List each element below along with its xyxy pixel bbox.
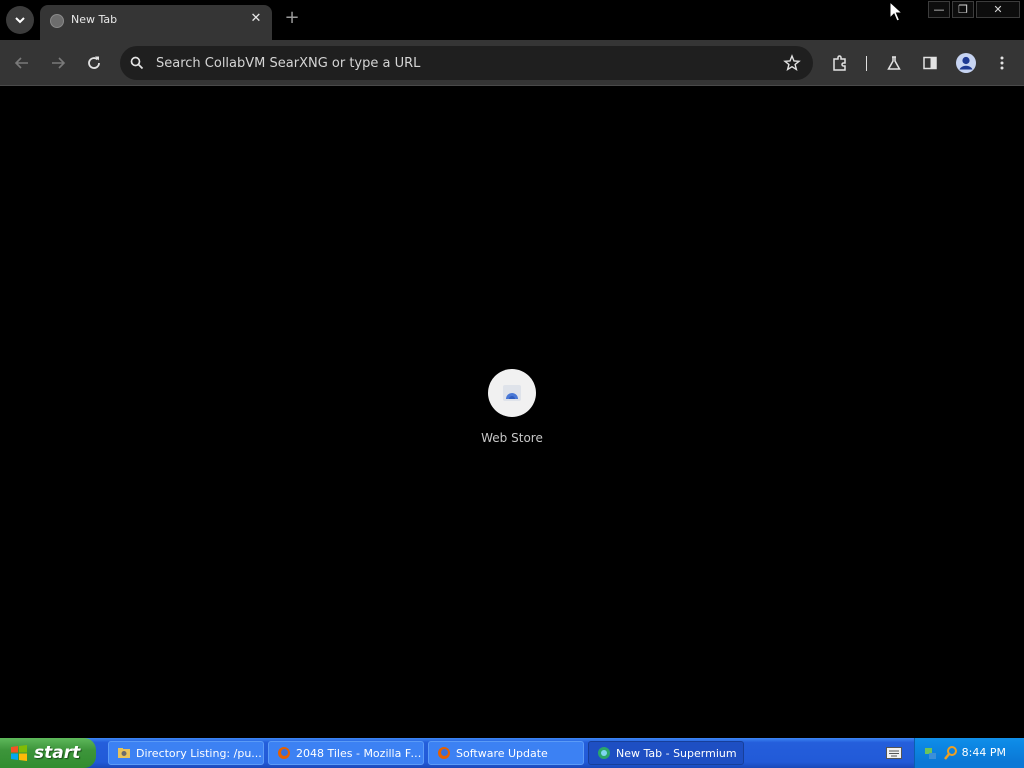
more-vertical-icon — [1000, 56, 1004, 70]
mouse-cursor-icon — [889, 1, 903, 22]
tab-title: New Tab — [71, 13, 118, 26]
new-tab-page: Web Store — [0, 87, 1024, 737]
taskbar-item-label: 2048 Tiles - Mozilla Fir... — [296, 746, 423, 760]
side-panel-icon — [923, 56, 937, 70]
desktop-screen: New Tab ✕ + — ❐ ✕ Search CollabVM SearXN… — [0, 0, 1024, 768]
taskbar: start Directory Listing: /pu... 2048 Til… — [0, 738, 1024, 768]
shortcut-label: Web Store — [481, 431, 543, 445]
arrow-left-icon — [14, 57, 28, 69]
flask-icon — [887, 56, 901, 70]
taskbar-item-2048-tiles[interactable]: 2048 Tiles - Mozilla Fir... — [268, 741, 424, 765]
network-icon[interactable] — [923, 745, 939, 761]
taskbar-item-label: Directory Listing: /pu... — [136, 746, 262, 760]
system-tray: 8:44 PM — [914, 738, 1024, 768]
extensions-button[interactable] — [829, 52, 851, 74]
window-controls: — ❐ ✕ — [928, 1, 1020, 18]
taskbar-item-new-tab-supermium[interactable]: New Tab - Supermium — [588, 741, 744, 765]
omnibox[interactable] — [120, 46, 813, 80]
reload-icon — [88, 56, 100, 69]
labs-button[interactable] — [883, 52, 905, 74]
avatar-icon — [956, 53, 976, 73]
windows-logo-icon — [11, 745, 27, 761]
clock: 8:44 PM — [961, 746, 1006, 759]
profile-button[interactable] — [955, 52, 977, 74]
start-button[interactable]: start — [0, 738, 96, 768]
close-button[interactable]: ✕ — [976, 1, 1020, 18]
search-icon — [130, 56, 144, 70]
directory-icon — [118, 748, 130, 758]
tab-new-tab[interactable]: New Tab ✕ — [40, 5, 272, 40]
taskbar-item-label: New Tab - Supermium — [616, 746, 737, 760]
firefox-icon — [438, 747, 450, 759]
back-button[interactable] — [10, 51, 34, 75]
new-tab-button[interactable]: + — [282, 8, 302, 28]
restore-button[interactable]: ❐ — [952, 1, 974, 18]
firefox-icon — [278, 747, 290, 759]
arrow-right-icon — [52, 57, 66, 69]
tab-close-button[interactable]: ✕ — [248, 11, 264, 27]
forward-button[interactable] — [46, 51, 70, 75]
taskbar-item-directory-listing[interactable]: Directory Listing: /pu... — [108, 741, 264, 765]
reload-button[interactable] — [82, 51, 106, 75]
minimize-button[interactable]: — — [928, 1, 950, 18]
keyboard-icon[interactable] — [886, 747, 902, 759]
menu-button[interactable] — [991, 52, 1013, 74]
tab-strip: New Tab ✕ + — ❐ ✕ — [0, 0, 1024, 40]
address-input[interactable] — [156, 46, 756, 80]
web-store-icon — [503, 385, 521, 401]
taskbar-item-software-update[interactable]: Software Update — [428, 741, 584, 765]
globe-icon — [50, 14, 64, 28]
bookmark-star-icon[interactable] — [783, 54, 801, 72]
magnifier-icon[interactable] — [943, 745, 959, 761]
shortcut-web-store[interactable]: Web Store — [472, 369, 552, 445]
shortcut-tile[interactable] — [488, 369, 536, 417]
toolbar-divider — [866, 56, 867, 71]
puzzle-piece-icon — [833, 55, 846, 71]
taskbar-item-label: Software Update — [456, 746, 548, 760]
start-label: start — [34, 743, 81, 763]
tab-search-button[interactable] — [6, 6, 34, 34]
side-panel-button[interactable] — [919, 52, 941, 74]
chevron-down-icon — [15, 17, 25, 24]
browser-toolbar — [0, 40, 1024, 86]
supermium-icon — [598, 747, 610, 759]
